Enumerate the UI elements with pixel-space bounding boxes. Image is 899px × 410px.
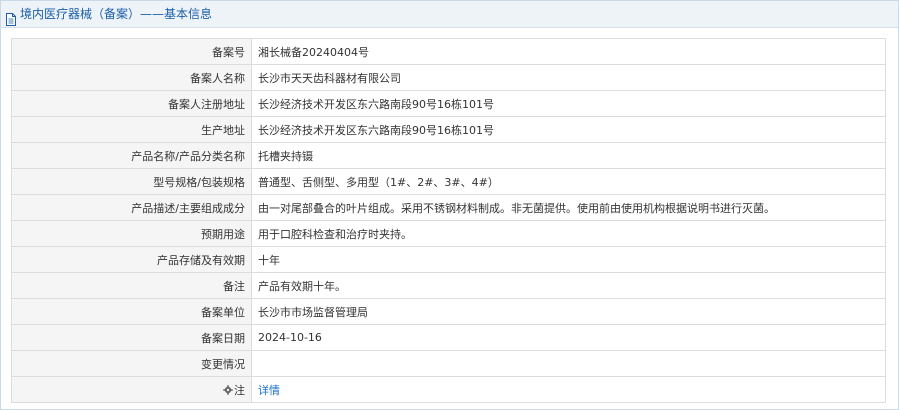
- table-row: 备案号 湘长械备20240404号: [11, 38, 886, 65]
- table-row: 产品名称/产品分类名称 托槽夹持镊: [11, 142, 886, 169]
- row-value: 长沙经济技术开发区东六路南段90号16栋101号: [251, 116, 886, 143]
- row-value: 长沙经济技术开发区东六路南段90号16栋101号: [251, 90, 886, 117]
- row-label: 备注: [11, 272, 252, 299]
- row-label: 产品描述/主要组成成分: [11, 194, 252, 221]
- table-row-note: 注 详情: [11, 376, 886, 403]
- row-value: 普通型、舌侧型、多用型（1#、2#、3#、4#）: [251, 168, 886, 195]
- row-value: 用于口腔科检查和治疗时夹持。: [251, 220, 886, 247]
- info-table: 备案号 湘长械备20240404号 备案人名称 长沙市天天齿科器材有限公司 备案人注册地…: [11, 38, 886, 403]
- table-row: 备案日期 2024-10-16: [11, 324, 886, 351]
- table-row: 产品存储及有效期 十年: [11, 246, 886, 273]
- table-row: 产品描述/主要组成成分 由一对尾部叠合的叶片组成。采用不锈钢材料制成。非无菌提供。…: [11, 194, 886, 221]
- row-label: 产品存储及有效期: [11, 246, 252, 273]
- table-row: 生产地址 长沙经济技术开发区东六路南段90号16栋101号: [11, 116, 886, 143]
- info-table-wrapper: 备案号 湘长械备20240404号 备案人名称 长沙市天天齿科器材有限公司 备案人注册地…: [11, 38, 887, 403]
- row-label: 型号规格/包装规格: [11, 168, 252, 195]
- row-label: 生产地址: [11, 116, 252, 143]
- table-row: 预期用途 用于口腔科检查和治疗时夹持。: [11, 220, 886, 247]
- row-label: 备案日期: [11, 324, 252, 351]
- row-label: 备案人注册地址: [11, 90, 252, 117]
- row-label: 预期用途: [11, 220, 252, 247]
- row-value: 长沙市天天齿科器材有限公司: [251, 64, 886, 91]
- row-label: 备案单位: [11, 298, 252, 325]
- panel-header: 境内医疗器械（备案）——基本信息: [1, 1, 898, 28]
- table-row: 备案人名称 长沙市天天齿科器材有限公司: [11, 64, 886, 91]
- row-value: 产品有效期十年。: [251, 272, 886, 299]
- row-value-note: 详情: [251, 376, 886, 403]
- row-value: 十年: [251, 246, 886, 273]
- row-value: 由一对尾部叠合的叶片组成。采用不锈钢材料制成。非无菌提供。使用前由使用机构根据说…: [251, 194, 886, 221]
- row-value: 2024-10-16: [251, 324, 886, 351]
- row-label: 变更情况: [11, 350, 252, 377]
- gear-icon: [223, 384, 233, 395]
- table-row: 备注 产品有效期十年。: [11, 272, 886, 299]
- page-title: 境内医疗器械（备案）——基本信息: [20, 7, 213, 21]
- row-value: [251, 350, 886, 377]
- note-label: 注: [234, 383, 245, 397]
- table-row: 备案单位 长沙市市场监督管理局: [11, 298, 886, 325]
- table-row: 型号规格/包装规格 普通型、舌侧型、多用型（1#、2#、3#、4#）: [11, 168, 886, 195]
- info-panel: 境内医疗器械（备案）——基本信息 备案号 湘长械备20240404号 备案人名称 长沙…: [0, 0, 899, 410]
- row-value: 托槽夹持镊: [251, 142, 886, 169]
- row-label-note: 注: [11, 376, 252, 403]
- row-value: 湘长械备20240404号: [251, 38, 886, 65]
- table-row: 备案人注册地址 长沙经济技术开发区东六路南段90号16栋101号: [11, 90, 886, 117]
- row-label: 产品名称/产品分类名称: [11, 142, 252, 169]
- details-link[interactable]: 详情: [258, 384, 280, 397]
- document-icon: [5, 9, 17, 26]
- row-label: 备案人名称: [11, 64, 252, 91]
- row-value: 长沙市市场监督管理局: [251, 298, 886, 325]
- row-label: 备案号: [11, 38, 252, 65]
- table-row: 变更情况: [11, 350, 886, 377]
